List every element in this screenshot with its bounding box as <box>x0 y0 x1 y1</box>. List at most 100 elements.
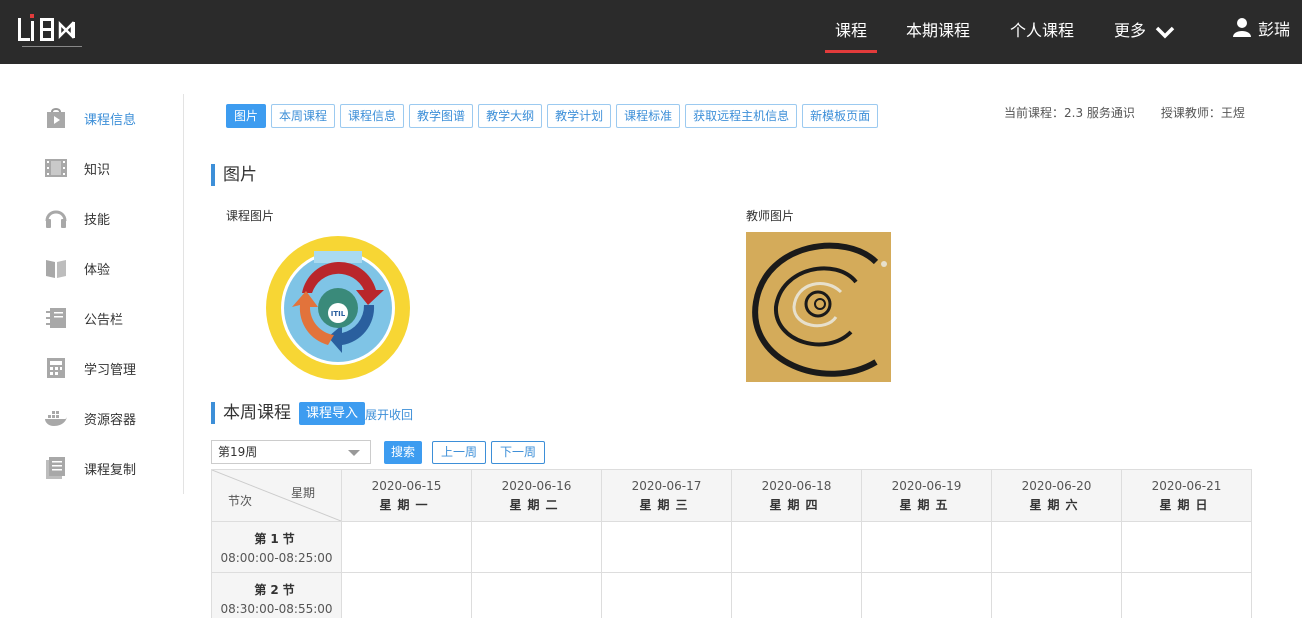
day-name: 星期日 <box>1159 497 1214 512</box>
film-icon <box>44 156 68 180</box>
schedule-cell[interactable] <box>731 521 862 573</box>
schedule-cell[interactable] <box>601 572 732 618</box>
this-week-section-title: 本周课程 <box>211 402 291 424</box>
slot-name: 第1节 <box>254 531 299 546</box>
nav-more[interactable]: 更多 <box>1114 0 1175 64</box>
week-select-value: 第19周 <box>218 445 258 459</box>
user-icon <box>1233 18 1251 37</box>
schedule-cell[interactable] <box>341 572 472 618</box>
sidebar-item-learning-management[interactable]: 学习管理 <box>44 353 136 383</box>
day-date: 2020-06-15 <box>371 478 442 493</box>
day-header: 2020-06-17 星期三 <box>601 469 732 522</box>
tab-course-info[interactable]: 课程信息 <box>340 104 405 128</box>
schedule-cell[interactable] <box>861 572 992 618</box>
itil-label: ITIL <box>331 310 346 318</box>
tab-course-standard[interactable]: 课程标准 <box>616 104 681 128</box>
sidebar-item-bulletin[interactable]: 公告栏 <box>44 303 123 333</box>
prev-week-button[interactable]: 上一周 <box>432 441 487 464</box>
tab-this-week[interactable]: 本周课程 <box>271 104 336 128</box>
headphones-icon <box>44 206 68 230</box>
schedule-corner-cell: 星期 节次 <box>211 469 342 522</box>
slot-time: 08:30:00-08:55:00 <box>220 601 333 616</box>
day-header: 2020-06-21 星期日 <box>1121 469 1252 522</box>
day-name: 星期五 <box>899 497 954 512</box>
search-button[interactable]: 搜索 <box>384 441 423 464</box>
course-info: 当前课程：2.3 服务通识 授课教师：王煜 <box>1004 104 1245 121</box>
slot-cell: 第1节 08:00:00-08:25:00 <box>211 521 342 573</box>
table-row: 第1节 08:00:00-08:25:00 <box>211 521 1252 573</box>
sidebar-item-label: 体验 <box>84 262 111 278</box>
tab-teaching-plan[interactable]: 教学计划 <box>547 104 612 128</box>
day-name: 星期二 <box>509 497 564 512</box>
sidebar-item-resource-container[interactable]: 资源容器 <box>44 403 136 433</box>
day-name: 星期四 <box>769 497 824 512</box>
sidebar-item-experience[interactable]: 体验 <box>44 253 110 283</box>
nav-more-label: 更多 <box>1114 21 1147 40</box>
sidebar-item-label: 资源容器 <box>84 412 137 428</box>
day-header: 2020-06-15 星期一 <box>341 469 472 522</box>
tab-teaching-map[interactable]: 教学图谱 <box>409 104 474 128</box>
nav-courses[interactable]: 课程 <box>824 0 878 64</box>
sidebar-item-knowledge[interactable]: 知识 <box>44 153 110 183</box>
schedule-cell[interactable] <box>471 572 602 618</box>
sidebar-item-course-copy[interactable]: 课程复制 <box>44 453 136 483</box>
day-header: 2020-06-16 星期二 <box>471 469 602 522</box>
tab-new-template[interactable]: 新模板页面 <box>802 104 879 128</box>
tab-syllabus[interactable]: 教学大纲 <box>478 104 543 128</box>
day-header: 2020-06-18 星期四 <box>731 469 862 522</box>
course-tabs: 图片 本周课程 课程信息 教学图谱 教学大纲 教学计划 课程标准 获取远程主机信… <box>226 104 883 128</box>
sidebar-item-label: 课程复制 <box>84 462 137 478</box>
schedule-cell[interactable] <box>601 521 732 573</box>
user-name: 彭瑞 <box>1258 20 1291 39</box>
course-import-button[interactable]: 课程导入 <box>299 402 366 425</box>
sidebar: 课程信息 知识 技能 体验 公告栏 学习管理 资源容器 课程复制 <box>0 94 184 494</box>
day-name: 星期一 <box>379 497 434 512</box>
nav-personal-courses[interactable]: 个人课程 <box>1010 0 1074 64</box>
tab-remote-host-info[interactable]: 获取远程主机信息 <box>685 104 798 128</box>
day-name: 星期六 <box>1029 497 1084 512</box>
day-name: 星期三 <box>639 497 694 512</box>
expand-collapse-link[interactable]: 展开收回 <box>365 406 413 423</box>
schedule-cell[interactable] <box>471 521 602 573</box>
corner-day-label: 星期 <box>290 486 315 500</box>
day-date: 2020-06-19 <box>891 478 962 493</box>
tab-pictures[interactable]: 图片 <box>226 104 267 128</box>
schedule-cell[interactable] <box>1121 521 1252 573</box>
course-teacher: 授课教师：王煜 <box>1160 106 1245 120</box>
document-icon <box>44 456 68 480</box>
play-bag-icon <box>44 106 68 130</box>
slot-cell: 第2节 08:30:00-08:55:00 <box>211 572 342 618</box>
schedule-cell[interactable] <box>1121 572 1252 618</box>
sidebar-item-label: 公告栏 <box>84 312 124 328</box>
sidebar-item-label: 课程信息 <box>84 112 137 128</box>
user-menu[interactable]: 彭瑞 <box>1232 0 1290 64</box>
day-date: 2020-06-20 <box>1021 478 1092 493</box>
calculator-icon <box>44 356 68 380</box>
next-week-button[interactable]: 下一周 <box>491 441 546 464</box>
logo-icon[interactable] <box>16 12 88 52</box>
corner-section-label: 节次 <box>228 494 253 508</box>
schedule-cell[interactable] <box>731 572 862 618</box>
schedule-cell[interactable] <box>341 521 472 573</box>
weekly-schedule-table: 星期 节次 2020-06-15 星期一 2020-06-16 星期二 2020-0… <box>211 469 1252 618</box>
schedule-cell[interactable] <box>991 572 1122 618</box>
day-date: 2020-06-16 <box>501 478 572 493</box>
day-date: 2020-06-21 <box>1151 478 1222 493</box>
sidebar-item-course-info[interactable]: 课程信息 <box>44 103 136 133</box>
day-header: 2020-06-19 星期五 <box>861 469 992 522</box>
sidebar-item-label: 技能 <box>84 212 111 228</box>
table-row: 第2节 08:30:00-08:55:00 <box>211 572 1252 618</box>
caret-down-icon <box>348 450 360 456</box>
slot-time: 08:00:00-08:25:00 <box>220 550 333 565</box>
chevron-down-icon <box>1155 26 1175 38</box>
week-select[interactable]: 第19周 <box>211 440 371 464</box>
teacher-image <box>746 232 891 382</box>
sidebar-item-skills[interactable]: 技能 <box>44 203 110 233</box>
nav-current-term-courses[interactable]: 本期课程 <box>906 0 970 64</box>
schedule-cell[interactable] <box>861 521 992 573</box>
docker-icon <box>44 406 68 430</box>
schedule-cell[interactable] <box>991 521 1122 573</box>
sidebar-item-label: 知识 <box>84 162 111 178</box>
schedule-header-row: 星期 节次 2020-06-15 星期一 2020-06-16 星期二 2020-0… <box>211 469 1252 522</box>
notebook-icon <box>44 306 68 330</box>
